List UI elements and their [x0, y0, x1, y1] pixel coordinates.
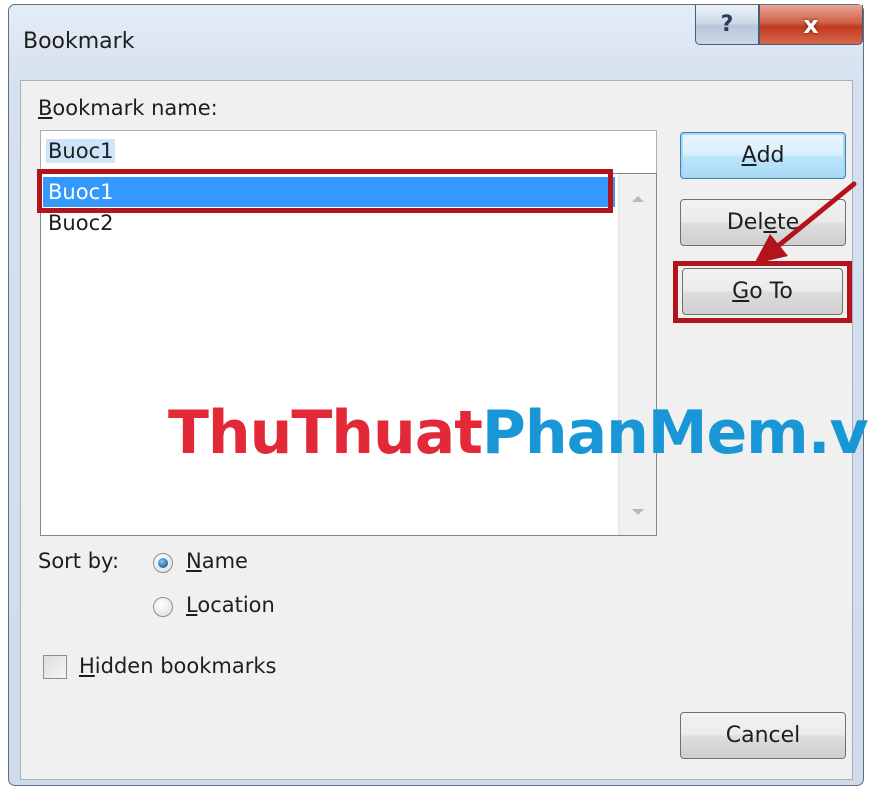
bookmark-name-input[interactable]: Buoc1	[40, 130, 657, 174]
sort-by-location-radio[interactable]	[153, 597, 173, 617]
help-icon: ?	[720, 12, 734, 37]
hidden-bookmarks-label[interactable]: Hidden bookmarks	[79, 654, 276, 678]
bookmark-name-label: Bookmark name:	[38, 96, 218, 120]
sort-by-name-label[interactable]: Name	[186, 549, 248, 573]
close-icon: x	[803, 10, 819, 39]
selected-item-highlight	[37, 169, 613, 213]
watermark-logo: ThuThuatPhanMem.vn	[168, 398, 870, 468]
close-button[interactable]: x	[759, 5, 863, 45]
help-button[interactable]: ?	[695, 5, 759, 45]
hidden-bookmarks-checkbox[interactable]	[43, 655, 67, 679]
bookmark-list[interactable]: Buoc1 Buoc2	[40, 173, 657, 536]
radio-selected-dot	[158, 558, 168, 568]
sort-by-location-label[interactable]: Location	[186, 593, 275, 617]
bookmark-name-value: Buoc1	[46, 139, 116, 163]
sort-by-name-radio[interactable]	[153, 553, 173, 573]
scroll-down-icon[interactable]	[632, 509, 644, 515]
sort-by-label: Sort by:	[38, 549, 120, 573]
red-arrow-icon	[754, 181, 857, 264]
dialog-title: Bookmark	[23, 29, 135, 54]
list-scrollbar[interactable]	[618, 174, 656, 535]
scroll-up-icon[interactable]	[632, 196, 644, 202]
add-button[interactable]: Add	[680, 132, 846, 179]
cancel-button[interactable]: Cancel	[680, 712, 846, 759]
